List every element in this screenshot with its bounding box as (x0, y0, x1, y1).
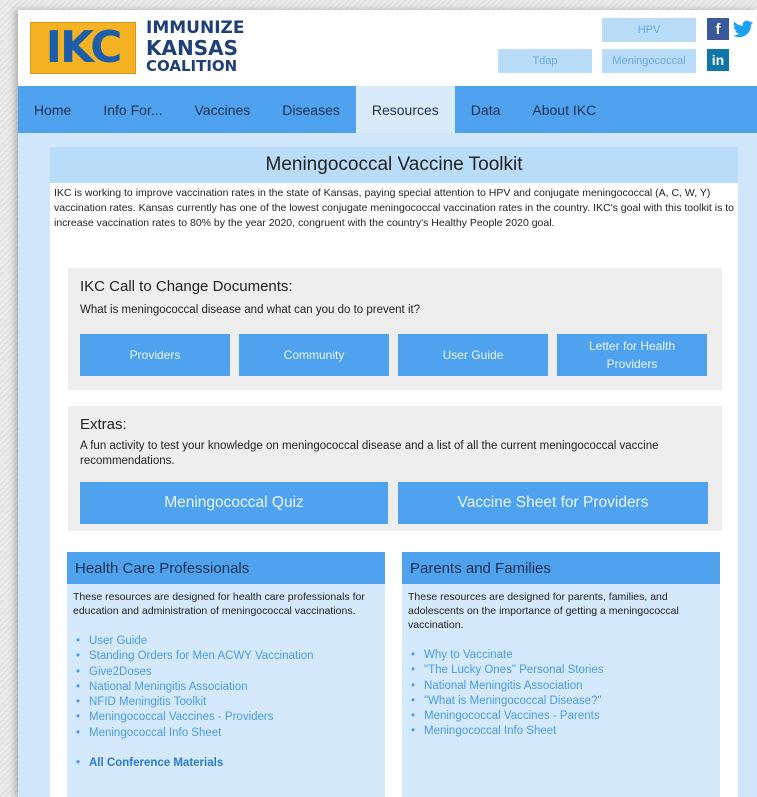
parents-heading: Parents and Families (402, 552, 720, 584)
site-header: IKC IMMUNIZE KANSAS COALITION HPV Tdap M… (18, 10, 757, 86)
nav-home[interactable]: Home (18, 86, 87, 133)
nav-about-ikc[interactable]: About IKC (516, 86, 612, 133)
providers-button[interactable]: Providers (80, 334, 230, 376)
hcp-description: These resources are designed for health … (73, 591, 365, 617)
nav-data[interactable]: Data (455, 86, 517, 133)
hcp-heading: Health Care Professionals (67, 552, 385, 584)
parents-description: These resources are designed for parents… (408, 591, 679, 631)
hcp-link-standing-orders[interactable]: Standing Orders for Men ACWY Vaccination (76, 649, 385, 665)
nav-resources[interactable]: Resources (355, 86, 455, 133)
extras-heading: Extras: (80, 416, 127, 433)
intro-text: IKC is working to improve vaccination ra… (54, 187, 734, 229)
logo-line-3: COALITION (146, 56, 238, 75)
linkedin-icon[interactable]: in (707, 49, 729, 71)
parents-link-what-is-meningococcal-disease[interactable]: "What is Meningococcal Disease?" (411, 694, 720, 710)
parents-and-families-panel: Parents and Families These resources are… (402, 552, 720, 797)
meningococcal-quiz-button[interactable]: Meningococcal Quiz (80, 482, 388, 524)
letter-for-health-providers-button[interactable]: Letter for Health Providers (557, 334, 707, 376)
extras-subtext: A fun activity to test your knowledge on… (80, 440, 659, 467)
page-title: Meningococcal Vaccine Toolkit (50, 147, 738, 183)
ikc-logo[interactable]: IKC (30, 22, 136, 74)
logo-line-2: KANSAS (146, 35, 239, 60)
page: IKC IMMUNIZE KANSAS COALITION HPV Tdap M… (18, 10, 757, 797)
user-guide-button[interactable]: User Guide (398, 334, 548, 376)
main-nav: Home Info For... Vaccines Diseases Resou… (18, 86, 757, 133)
hcp-link-national-meningitis-association[interactable]: National Meningitis Association (76, 680, 385, 696)
logo-wordmark[interactable]: IMMUNIZE KANSAS COALITION (146, 19, 244, 75)
health-care-professionals-panel: Health Care Professionals These resource… (67, 552, 385, 797)
header-tab-hpv[interactable]: HPV (602, 18, 696, 42)
parents-link-list: Why to Vaccinate "The Lucky Ones" Person… (402, 648, 720, 740)
nav-info-for[interactable]: Info For... (87, 86, 178, 133)
hcp-link-meningococcal-vaccines-providers[interactable]: Meningococcal Vaccines - Providers (76, 710, 385, 726)
twitter-icon[interactable] (732, 18, 754, 40)
header-tab-tdap[interactable]: Tdap (498, 49, 592, 73)
parents-link-why-to-vaccinate[interactable]: Why to Vaccinate (411, 648, 720, 664)
call-to-change-subtext: What is meningococcal disease and what c… (80, 304, 421, 316)
vaccine-sheet-for-providers-button[interactable]: Vaccine Sheet for Providers (398, 482, 708, 524)
parents-link-national-meningitis-association[interactable]: National Meningitis Association (411, 679, 720, 695)
nav-diseases[interactable]: Diseases (266, 86, 356, 133)
call-to-change-card: IKC Call to Change Documents: What is me… (68, 268, 722, 390)
hcp-link-all-conference-materials[interactable]: All Conference Materials (76, 756, 385, 772)
community-button[interactable]: Community (239, 334, 389, 376)
parents-link-lucky-ones[interactable]: "The Lucky Ones" Personal Stories (411, 663, 720, 679)
facebook-icon[interactable]: f (707, 18, 729, 40)
parents-link-meningococcal-vaccines-parents[interactable]: Meningococcal Vaccines - Parents (411, 709, 720, 725)
hcp-link-meningococcal-info-sheet[interactable]: Meningococcal Info Sheet (76, 726, 385, 742)
hcp-link-user-guide[interactable]: User Guide (76, 634, 385, 650)
hcp-extra-link-list: All Conference Materials (67, 756, 385, 772)
hcp-link-give2doses[interactable]: Give2Doses (76, 665, 385, 681)
logo-letters: IKC (45, 22, 123, 73)
hcp-link-list: User Guide Standing Orders for Men ACWY … (67, 634, 385, 741)
call-to-change-heading: IKC Call to Change Documents: (80, 278, 293, 295)
header-tab-meningococcal[interactable]: Meningococcal (602, 49, 696, 73)
extras-card: Extras: A fun activity to test your know… (68, 406, 722, 531)
nav-vaccines[interactable]: Vaccines (179, 86, 267, 133)
twitter-bird-icon (732, 20, 754, 38)
hcp-link-nfid-meningitis-toolkit[interactable]: NFID Meningitis Toolkit (76, 695, 385, 711)
parents-link-meningococcal-info-sheet[interactable]: Meningococcal Info Sheet (411, 724, 720, 740)
